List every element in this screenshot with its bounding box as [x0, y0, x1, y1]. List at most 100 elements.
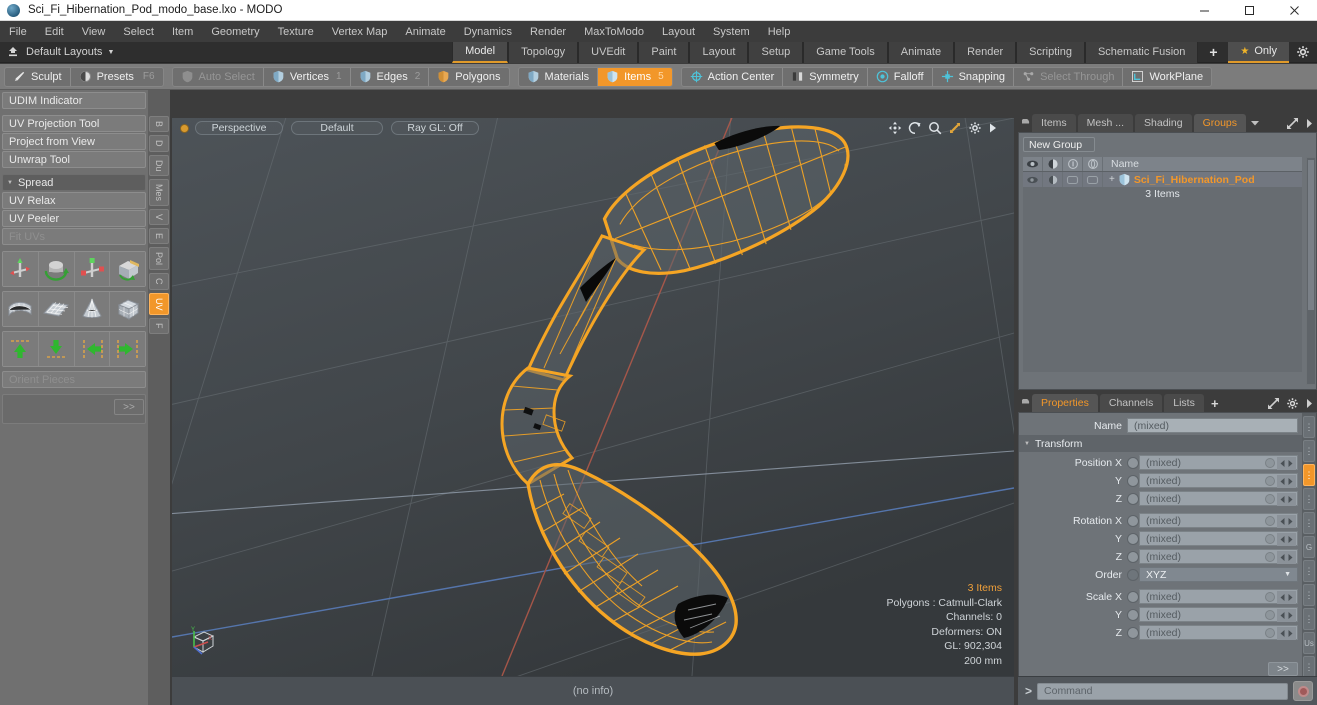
row-render-toggle[interactable] — [1043, 172, 1063, 187]
tab-channels[interactable]: Channels — [1099, 394, 1163, 412]
panel-menu-dot-icon[interactable] — [1018, 114, 1032, 132]
rotation-x-spinner[interactable] — [1277, 515, 1296, 528]
snapping-button[interactable]: Snapping — [933, 67, 1015, 86]
uv-scale-tool-icon[interactable] — [74, 252, 110, 286]
scale-y-spinner[interactable] — [1277, 609, 1296, 622]
arrow-right-icon[interactable] — [1305, 118, 1313, 129]
render-icon[interactable] — [1043, 157, 1063, 171]
vtab-prop-2[interactable]: ⋮ — [1303, 440, 1315, 462]
tab-items[interactable]: Items — [1032, 114, 1076, 132]
select-through-button[interactable]: Select Through — [1014, 67, 1124, 86]
menu-help[interactable]: Help — [759, 21, 800, 42]
vertices-button[interactable]: Vertices 1 — [264, 67, 351, 86]
zoom-icon[interactable] — [928, 121, 942, 135]
vtab-d[interactable]: D — [149, 135, 169, 152]
eye-icon[interactable] — [1023, 157, 1043, 171]
scale-x-channel-toggle[interactable] — [1127, 590, 1139, 603]
fit-uvs-button[interactable]: Fit UVs — [2, 228, 146, 245]
vtab-v[interactable]: V — [149, 209, 169, 226]
home-layout-icon[interactable] — [0, 42, 26, 63]
tab-properties[interactable]: Properties — [1032, 394, 1098, 412]
scale-y-input[interactable]: (mixed) — [1139, 607, 1298, 622]
name-input[interactable]: (mixed) — [1127, 418, 1298, 433]
add-layout-tab-button[interactable]: + — [1198, 44, 1229, 60]
tab-render[interactable]: Render — [954, 41, 1017, 63]
rotation-z-input[interactable]: (mixed) — [1139, 549, 1298, 564]
tab-paint[interactable]: Paint — [638, 41, 690, 63]
vtab-prop-9[interactable]: ⋮ — [1303, 608, 1315, 630]
vtab-f[interactable]: F — [149, 318, 169, 334]
position-y-knob[interactable] — [1265, 476, 1275, 486]
viewport-raygl-toggle[interactable]: Ray GL: Off — [391, 121, 479, 135]
maximize-viewport-icon[interactable] — [948, 121, 962, 135]
tab-layout[interactable]: Layout — [689, 41, 749, 63]
table-row[interactable]: + Sci_Fi_Hibernation_Pod — [1023, 172, 1302, 187]
viewport-mode-dropdown[interactable]: Perspective — [195, 121, 283, 135]
rotation-z-knob[interactable] — [1265, 552, 1275, 562]
rotation-x-input[interactable]: (mixed) — [1139, 513, 1298, 528]
symmetry-button[interactable]: Symmetry — [783, 67, 868, 86]
order-channel-toggle[interactable] — [1127, 568, 1139, 581]
uv-rotate-tool-icon[interactable] — [38, 252, 74, 286]
tab-model[interactable]: Model — [452, 41, 509, 63]
rotation-y-knob[interactable] — [1265, 534, 1275, 544]
properties-more-button[interactable]: >> — [1268, 662, 1298, 676]
vtab-prop-8[interactable]: ⋮ — [1303, 584, 1315, 606]
uv-peeler-button[interactable]: UV Peeler — [2, 210, 146, 227]
default-layouts-dropdown[interactable]: Default Layouts ▼ — [26, 46, 124, 58]
udim-indicator-button[interactable]: UDIM Indicator — [2, 92, 146, 109]
uv-relax-button[interactable]: UV Relax — [2, 192, 146, 209]
expand-panel-icon[interactable] — [1267, 397, 1280, 410]
action-center-button[interactable]: Action Center — [682, 67, 784, 86]
panel-menu-dot-icon[interactable] — [1018, 394, 1032, 412]
rotation-y-channel-toggle[interactable] — [1127, 532, 1139, 545]
vtab-prop-4[interactable]: ⋮ — [1303, 488, 1315, 510]
position-y-input[interactable]: (mixed) — [1139, 473, 1298, 488]
vtab-prop-1[interactable]: ⋮ — [1303, 416, 1315, 438]
arrow-right-icon[interactable] — [988, 122, 998, 134]
position-z-spinner[interactable] — [1277, 493, 1296, 506]
viewport-active-dot[interactable] — [180, 123, 189, 133]
menu-edit[interactable]: Edit — [36, 21, 73, 42]
materials-button[interactable]: Materials — [519, 67, 599, 86]
scale-x-input[interactable]: (mixed) — [1139, 589, 1298, 604]
vtab-du[interactable]: Du — [149, 154, 169, 177]
groups-tree-scrollbar[interactable] — [1306, 157, 1316, 385]
uv-move-tool-icon[interactable] — [3, 252, 38, 286]
scale-z-input[interactable]: (mixed) — [1139, 625, 1298, 640]
position-z-channel-toggle[interactable] — [1127, 492, 1139, 505]
scale-z-spinner[interactable] — [1277, 627, 1296, 640]
only-toggle-button[interactable]: ★ Only — [1228, 41, 1289, 63]
rotation-z-spinner[interactable] — [1277, 551, 1296, 564]
close-icon[interactable] — [1272, 0, 1317, 21]
vtab-uv[interactable]: UV — [149, 292, 169, 316]
add-properties-tab-button[interactable]: + — [1206, 394, 1224, 412]
menu-select[interactable]: Select — [114, 21, 163, 42]
lock-icon[interactable] — [1063, 157, 1083, 171]
maximize-icon[interactable] — [1227, 0, 1272, 21]
position-x-spinner[interactable] — [1277, 457, 1296, 470]
align-up-icon[interactable] — [3, 332, 38, 366]
tab-setup[interactable]: Setup — [748, 41, 804, 63]
sculpt-button[interactable]: Sculpt — [5, 67, 71, 86]
orient-pieces-button[interactable]: Orient Pieces — [2, 371, 146, 388]
menu-layout[interactable]: Layout — [653, 21, 704, 42]
menu-geometry[interactable]: Geometry — [202, 21, 268, 42]
expand-panel-icon[interactable] — [1286, 117, 1299, 130]
rotation-x-channel-toggle[interactable] — [1127, 514, 1139, 527]
vtab-c[interactable]: C — [149, 273, 169, 290]
menu-render[interactable]: Render — [521, 21, 575, 42]
auto-select-button[interactable]: Auto Select — [173, 67, 264, 86]
expand-row-icon[interactable]: + — [1109, 174, 1115, 185]
edges-button[interactable]: Edges 2 — [351, 67, 430, 86]
tab-scripting[interactable]: Scripting — [1016, 41, 1085, 63]
tab-lists[interactable]: Lists — [1164, 394, 1204, 412]
vtab-prop-3[interactable]: ⋮ — [1303, 464, 1315, 486]
gear-icon[interactable] — [968, 121, 982, 135]
pan-icon[interactable] — [888, 121, 902, 135]
vtab-prop-11[interactable]: ⋮ — [1303, 656, 1315, 678]
new-group-button[interactable]: New Group — [1023, 137, 1095, 152]
record-macro-icon[interactable] — [1293, 681, 1313, 701]
scale-y-channel-toggle[interactable] — [1127, 608, 1139, 621]
tab-mesh[interactable]: Mesh ... — [1077, 114, 1134, 132]
